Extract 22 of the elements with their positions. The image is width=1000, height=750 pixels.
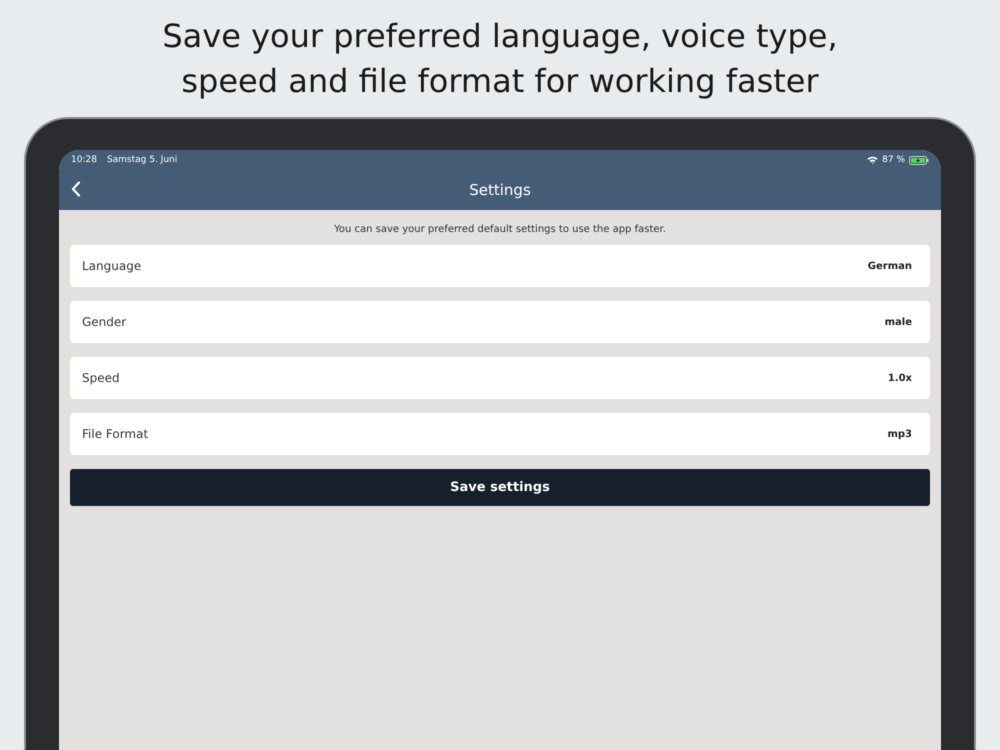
- setting-label: Language: [82, 259, 142, 273]
- settings-row[interactable]: File Format mp3: [70, 413, 930, 455]
- setting-label: File Format: [82, 427, 148, 441]
- setting-value: German: [868, 260, 912, 272]
- status-date: Samstag 5. Juni: [106, 155, 178, 165]
- screen-title: Settings: [469, 181, 531, 199]
- setting-value: mp3: [887, 428, 912, 440]
- battery-icon: [909, 156, 929, 164]
- battery-percentage: 87 %: [882, 155, 905, 165]
- back-button[interactable]: [69, 181, 83, 199]
- intro-text: You can save your preferred default settings to use the app faster.: [333, 224, 667, 235]
- settings-row[interactable]: Language German: [70, 245, 930, 287]
- setting-label: Speed: [82, 371, 120, 385]
- headline: Save your preferred language, voice type, speed and file format for working faster: [161, 16, 839, 102]
- settings-row[interactable]: Speed 1.0x: [70, 357, 930, 399]
- setting-label: Gender: [82, 315, 126, 329]
- save-settings-button[interactable]: Save settings: [70, 469, 930, 506]
- status-time: 10:28: [71, 155, 97, 165]
- settings-row[interactable]: Gender male: [70, 301, 930, 343]
- wifi-icon: [867, 156, 878, 164]
- setting-value: male: [884, 316, 912, 328]
- setting-value: 1.0x: [888, 372, 912, 384]
